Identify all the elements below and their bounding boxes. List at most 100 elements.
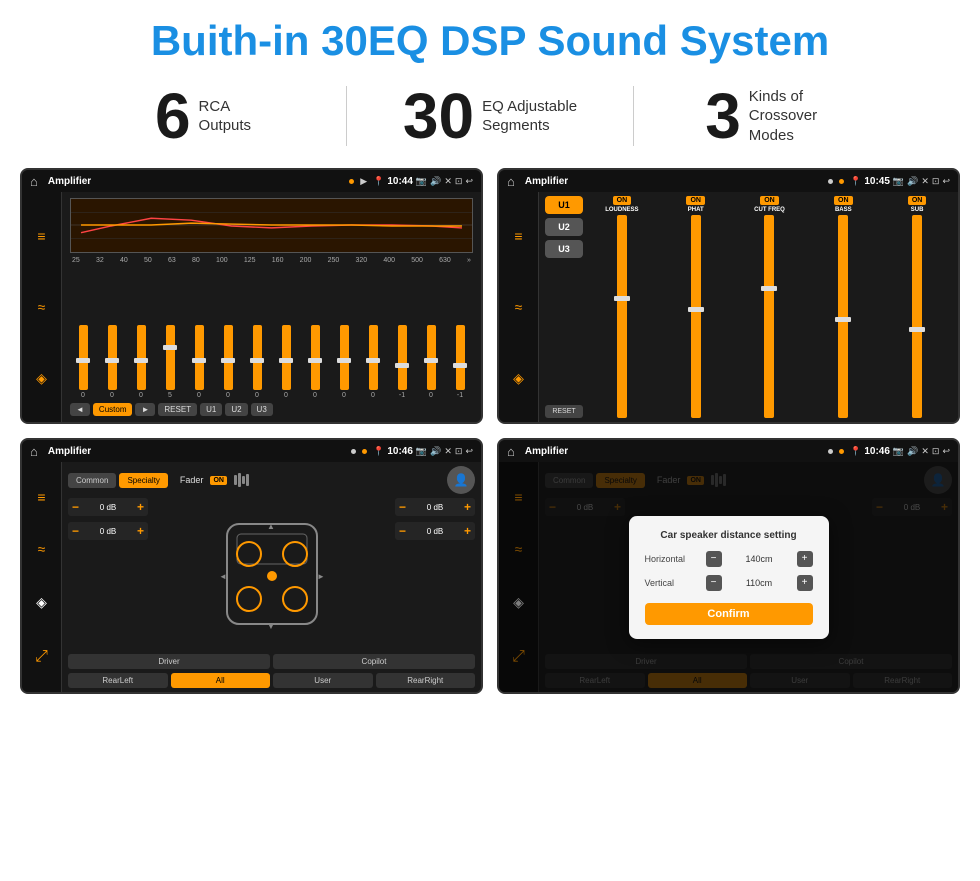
window-icon[interactable]: ⊡ [455,176,463,187]
vertical-minus-btn[interactable]: − [706,575,722,591]
eq-slider-1[interactable]: 0 [108,325,117,399]
stat-number-30: 30 [403,84,474,148]
eq-slider-13[interactable]: -1 [456,325,465,399]
home-icon-3[interactable]: ⌂ [30,444,38,459]
arrow-left-btn[interactable]: ◄ [70,403,90,416]
driver-btn[interactable]: Driver [68,654,270,669]
eq-slider-5[interactable]: 0 [224,325,233,399]
back-icon-4[interactable]: ↩ [942,446,950,457]
tab-common-3[interactable]: Common [68,473,116,488]
rearright-btn[interactable]: RearRight [376,673,476,688]
tab-specialty-3[interactable]: Specialty [119,473,167,488]
eq-slider-6[interactable]: 0 [253,325,262,399]
all-btn[interactable]: All [171,673,271,688]
home-icon-4[interactable]: ⌂ [507,444,515,459]
rearleft-btn[interactable]: RearLeft [68,673,168,688]
wave-sidebar-icon-2[interactable]: ≈ [515,299,523,315]
speaker-left-controls: − 0 dB + − 0 dB + [68,498,148,650]
ch-track-4[interactable] [912,215,922,418]
eq-slider-10[interactable]: 0 [369,325,378,399]
eq-bottom-controls[interactable]: ◄ Custom ► RESET U1 U2 U3 [70,403,473,416]
vol-minus-rl[interactable]: − [72,524,79,538]
home-icon-2[interactable]: ⌂ [507,174,515,189]
ch-on-badge-1: ON [686,196,705,205]
wave-sidebar-icon[interactable]: ≈ [38,299,46,315]
reset-btn-xover[interactable]: RESET [545,405,583,418]
vol-row-fr: − 0 dB + [395,498,475,516]
dialog-box: Car speaker distance setting Horizontal … [629,516,829,639]
u2-button[interactable]: U2 [545,218,583,236]
vol-minus-rr[interactable]: − [399,524,406,538]
camera-icon: 📷 [416,176,427,187]
window-icon-3[interactable]: ⊡ [455,446,463,457]
eq-slider-3[interactable]: 5 [166,325,175,399]
eq-sliders-area: 00050000000-10-1 [70,268,473,399]
u1-button[interactable]: U1 [545,196,583,214]
eq-slider-4[interactable]: 0 [195,325,204,399]
ch-track-0[interactable] [617,215,627,418]
user-avatar-3[interactable]: 👤 [447,466,475,494]
close-icon-2[interactable]: ✕ [921,176,929,187]
stat-number-3: 3 [705,84,741,148]
wave-sidebar-icon-3[interactable]: ≈ [38,541,46,557]
eq-slider-2[interactable]: 0 [137,325,146,399]
ch-track-3[interactable] [838,215,848,418]
status-dot-4b [839,449,844,454]
reset-btn[interactable]: RESET [158,403,197,416]
vol-plus-rr[interactable]: + [464,524,471,538]
screen-2: ⌂ Amplifier 📍 10:45 📷 🔊 ✕ ⊡ ↩ ≡ ≈ ◈ [497,168,960,424]
eq-sidebar-icon-2[interactable]: ≡ [514,228,522,244]
status-dot-3b [362,449,367,454]
vol-row-fl: − 0 dB + [68,498,148,516]
user-btn[interactable]: User [273,673,373,688]
vol-plus-rl[interactable]: + [137,524,144,538]
eq-label-63: 63 [168,257,176,264]
location-icon-4: 📍 [850,446,861,457]
confirm-button[interactable]: Confirm [645,603,813,625]
speaker-sidebar-icon-2[interactable]: ◈ [513,370,524,387]
vertical-plus-btn[interactable]: + [797,575,813,591]
vol-val-rr: 0 dB [409,527,461,536]
ch-track-2[interactable] [764,215,774,418]
copilot-btn[interactable]: Copilot [273,654,475,669]
back-icon[interactable]: ↩ [465,176,473,187]
vol-minus-fr[interactable]: − [399,500,406,514]
close-icon-3[interactable]: ✕ [444,446,452,457]
eq-slider-7[interactable]: 0 [282,325,291,399]
speaker-diagram: ▲ ▼ ◄ ► [156,498,387,650]
horizontal-plus-btn[interactable]: + [797,551,813,567]
speaker-panel: Common Specialty Fader ON 👤 [62,462,481,692]
speaker-sidebar-icon[interactable]: ◈ [36,370,47,387]
u1-btn[interactable]: U1 [200,403,222,416]
eq-slider-0[interactable]: 0 [79,325,88,399]
window-icon-2[interactable]: ⊡ [932,176,940,187]
eq-slider-9[interactable]: 0 [340,325,349,399]
u3-button[interactable]: U3 [545,240,583,258]
location-icon: 📍 [373,176,384,187]
eq-sidebar-icon[interactable]: ≡ [37,228,45,244]
eq-slider-12[interactable]: 0 [427,325,436,399]
eq-label-125: 125 [244,257,256,264]
horizontal-minus-btn[interactable]: − [706,551,722,567]
eq-slider-11[interactable]: -1 [398,325,407,399]
vol-plus-fr[interactable]: + [464,500,471,514]
home-icon[interactable]: ⌂ [30,174,38,189]
speaker-sidebar-icon-3[interactable]: ◈ [36,594,47,611]
eq-slider-8[interactable]: 0 [311,325,320,399]
ch-name-3: BASS [835,207,852,213]
u2-btn[interactable]: U2 [225,403,247,416]
vol-plus-fl[interactable]: + [137,500,144,514]
fullscreen-icon-3[interactable]: ⤢ [35,648,48,666]
play-btn[interactable]: ► [135,403,155,416]
close-icon-4[interactable]: ✕ [921,446,929,457]
left-sidebar-3: ≡ ≈ ◈ ⤢ [22,462,62,692]
back-icon-2[interactable]: ↩ [942,176,950,187]
vol-minus-fl[interactable]: − [72,500,79,514]
custom-btn[interactable]: Custom [93,403,133,416]
close-icon[interactable]: ✕ [444,176,452,187]
u3-btn[interactable]: U3 [251,403,273,416]
ch-track-1[interactable] [691,215,701,418]
eq-sidebar-icon-3[interactable]: ≡ [37,489,45,505]
back-icon-3[interactable]: ↩ [465,446,473,457]
window-icon-4[interactable]: ⊡ [932,446,940,457]
